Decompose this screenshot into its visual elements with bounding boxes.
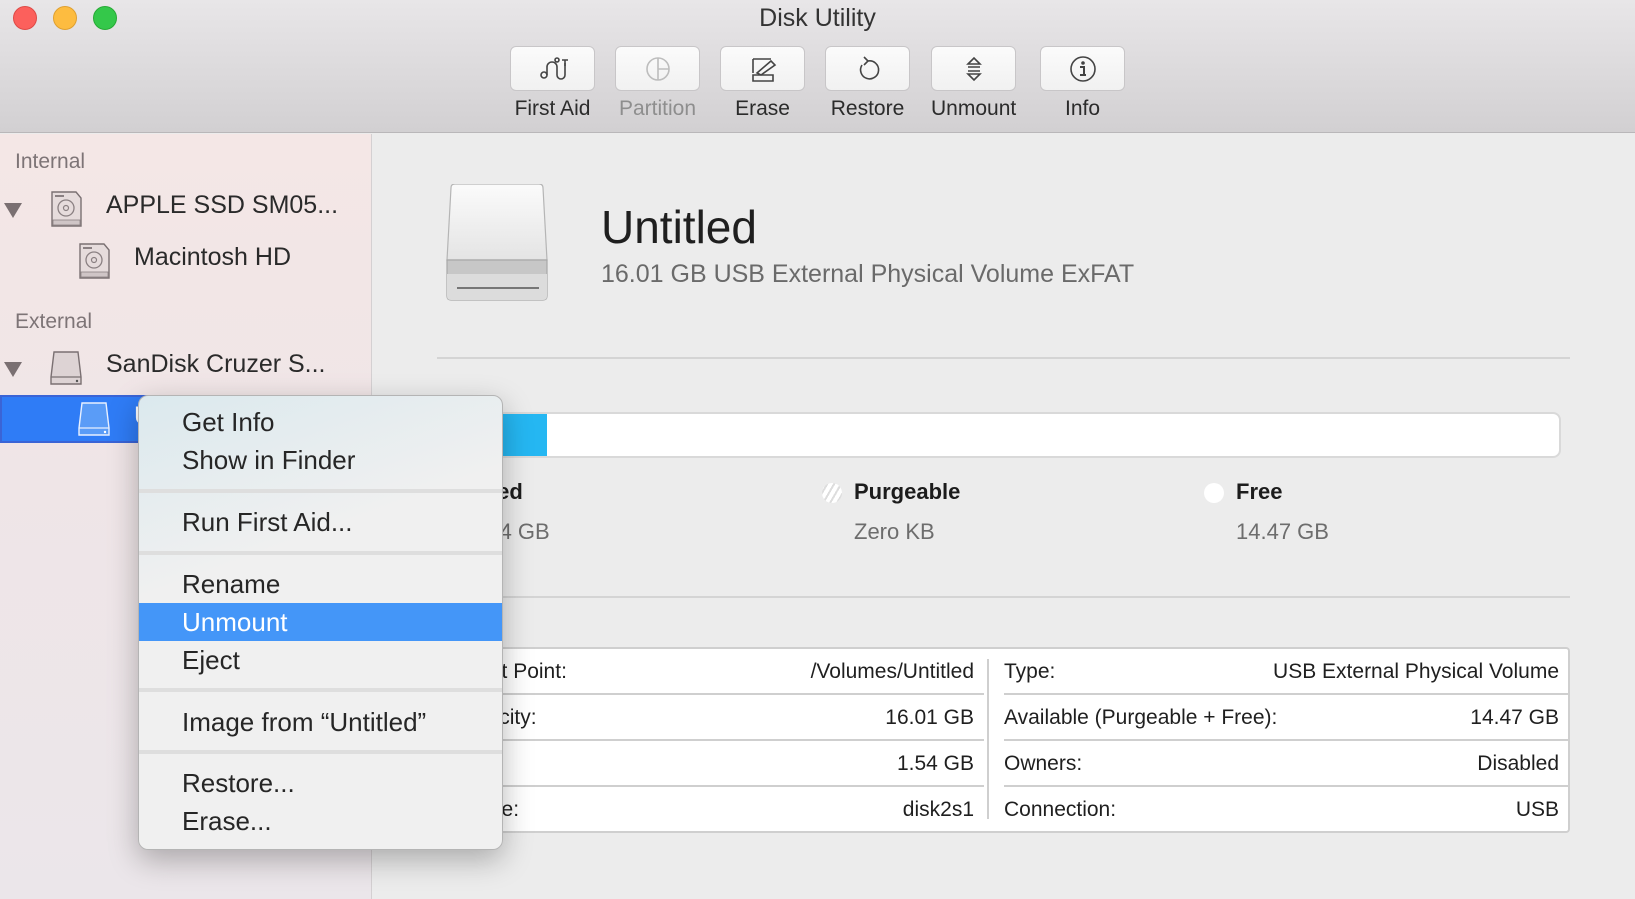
info-row-used: Used: 1.54 GB bbox=[439, 741, 984, 787]
toolbar-erase[interactable]: Erase bbox=[720, 46, 805, 121]
menu-separator bbox=[139, 551, 502, 555]
info-value: USB bbox=[1515, 798, 1559, 821]
info-row-available: Available (Purgeable + Free): 14.47 GB bbox=[994, 695, 1569, 741]
context-menu: Get Info Show in Finder Run First Aid...… bbox=[138, 395, 503, 850]
hard-disk-icon bbox=[79, 243, 110, 279]
erase-button[interactable] bbox=[720, 46, 805, 91]
menu-item-eject[interactable]: Eject bbox=[139, 641, 502, 679]
restore-button[interactable] bbox=[825, 46, 910, 91]
usage-bar bbox=[437, 412, 1561, 458]
restore-label: Restore bbox=[830, 97, 905, 120]
disclosure-triangle-icon[interactable] bbox=[4, 203, 22, 218]
info-key: Owners: bbox=[1004, 752, 1083, 775]
info-key: Connection: bbox=[1004, 798, 1117, 821]
divider bbox=[437, 357, 1570, 359]
info-value: 1.54 GB bbox=[896, 752, 974, 775]
partition-pie-icon bbox=[645, 56, 670, 81]
partition-button bbox=[615, 46, 700, 91]
info-row-owners: Owners: Disabled bbox=[994, 741, 1569, 787]
erase-pencil-icon bbox=[751, 57, 776, 82]
title-bar: Disk Utility First Aid Partition Erase R… bbox=[0, 0, 1635, 133]
menu-item-run-first-aid[interactable]: Run First Aid... bbox=[139, 503, 502, 541]
volume-info-table: Mount Point: /Volumes/Untitled Capacity:… bbox=[437, 647, 1570, 833]
column-divider bbox=[987, 659, 989, 819]
info-value: disk2s1 bbox=[902, 798, 974, 821]
legend-label: Free bbox=[1236, 479, 1283, 504]
external-drive-icon bbox=[50, 351, 82, 385]
info-row-capacity: Capacity: 16.01 GB bbox=[439, 695, 984, 741]
menu-item-erase[interactable]: Erase... bbox=[139, 802, 502, 840]
sidebar-item-apple-ssd[interactable]: APPLE SSD SM05... bbox=[0, 186, 372, 232]
main-panel: Untitled 16.01 GB USB External Physical … bbox=[373, 134, 1635, 899]
menu-separator bbox=[139, 750, 502, 754]
restore-arrow-icon bbox=[859, 55, 879, 80]
info-button[interactable] bbox=[1040, 46, 1125, 91]
volume-description: 16.01 GB USB External Physical Volume Ex… bbox=[601, 260, 1135, 288]
window-title: Disk Utility bbox=[759, 4, 876, 32]
info-value: 14.47 GB bbox=[1470, 706, 1559, 729]
toolbar-partition: Partition bbox=[615, 46, 700, 121]
stethoscope-icon bbox=[539, 56, 568, 80]
sidebar-item-macintosh-hd[interactable]: Macintosh HD bbox=[0, 238, 372, 284]
volume-name: Untitled bbox=[601, 201, 757, 253]
info-value: USB External Physical Volume bbox=[1273, 660, 1559, 683]
sidebar-section-internal: Internal bbox=[15, 150, 86, 173]
menu-item-unmount[interactable]: Unmount bbox=[139, 603, 502, 641]
info-key: Available (Purgeable + Free): bbox=[1004, 706, 1278, 729]
toolbar-unmount[interactable]: Unmount bbox=[931, 46, 1016, 121]
external-volume-large-icon bbox=[446, 184, 548, 301]
unmount-label: Unmount bbox=[931, 97, 1017, 120]
first-aid-button[interactable] bbox=[510, 46, 595, 91]
toolbar-first-aid[interactable]: First Aid bbox=[510, 46, 595, 121]
unmount-eject-icon bbox=[965, 56, 982, 81]
info-row-connection: Connection: USB bbox=[994, 787, 1569, 833]
free-swatch-icon bbox=[1204, 483, 1224, 503]
info-row-type: Type: USB External Physical Volume bbox=[994, 649, 1569, 695]
menu-item-rename[interactable]: Rename bbox=[139, 565, 502, 603]
legend-label: Purgeable bbox=[854, 479, 961, 504]
purgeable-swatch-icon bbox=[822, 483, 842, 503]
menu-item-show-in-finder[interactable]: Show in Finder bbox=[139, 441, 502, 479]
menu-item-image-from[interactable]: Image from “Untitled” bbox=[139, 703, 502, 741]
info-row-device: Device: disk2s1 bbox=[439, 787, 984, 833]
info-column-right: Type: USB External Physical Volume Avail… bbox=[994, 649, 1569, 831]
erase-label: Erase bbox=[735, 97, 790, 120]
disk-name: APPLE SSD SM05... bbox=[106, 191, 339, 219]
menu-separator bbox=[139, 688, 502, 692]
toolbar-restore[interactable]: Restore bbox=[825, 46, 910, 121]
legend-value: Zero KB bbox=[854, 519, 935, 544]
external-volume-icon bbox=[78, 402, 110, 436]
info-label: Info bbox=[1064, 97, 1101, 120]
partition-label: Partition bbox=[618, 97, 697, 120]
menu-item-get-info[interactable]: Get Info bbox=[139, 403, 502, 441]
menu-item-restore[interactable]: Restore... bbox=[139, 764, 502, 802]
menu-separator bbox=[139, 489, 502, 493]
info-row-mount-point: Mount Point: /Volumes/Untitled bbox=[439, 649, 984, 695]
info-value: 16.01 GB bbox=[885, 706, 974, 729]
info-value: /Volumes/Untitled bbox=[810, 660, 974, 683]
disk-name: SanDisk Cruzer S... bbox=[106, 350, 326, 378]
toolbar-info[interactable]: Info bbox=[1040, 46, 1125, 121]
info-column-left: Mount Point: /Volumes/Untitled Capacity:… bbox=[439, 649, 984, 831]
divider bbox=[437, 596, 1570, 598]
disclosure-triangle-icon[interactable] bbox=[4, 362, 22, 377]
hard-disk-icon bbox=[51, 191, 82, 227]
info-icon bbox=[1069, 55, 1096, 82]
first-aid-label: First Aid bbox=[514, 97, 591, 120]
legend-value: 14.47 GB bbox=[1236, 519, 1329, 544]
unmount-button[interactable] bbox=[931, 46, 1016, 91]
disk-name: Macintosh HD bbox=[134, 243, 291, 271]
sidebar-item-sandisk[interactable]: SanDisk Cruzer S... bbox=[0, 345, 372, 391]
sidebar-section-external: External bbox=[15, 310, 93, 333]
info-value: Disabled bbox=[1477, 752, 1559, 775]
info-key: Type: bbox=[1004, 660, 1056, 683]
